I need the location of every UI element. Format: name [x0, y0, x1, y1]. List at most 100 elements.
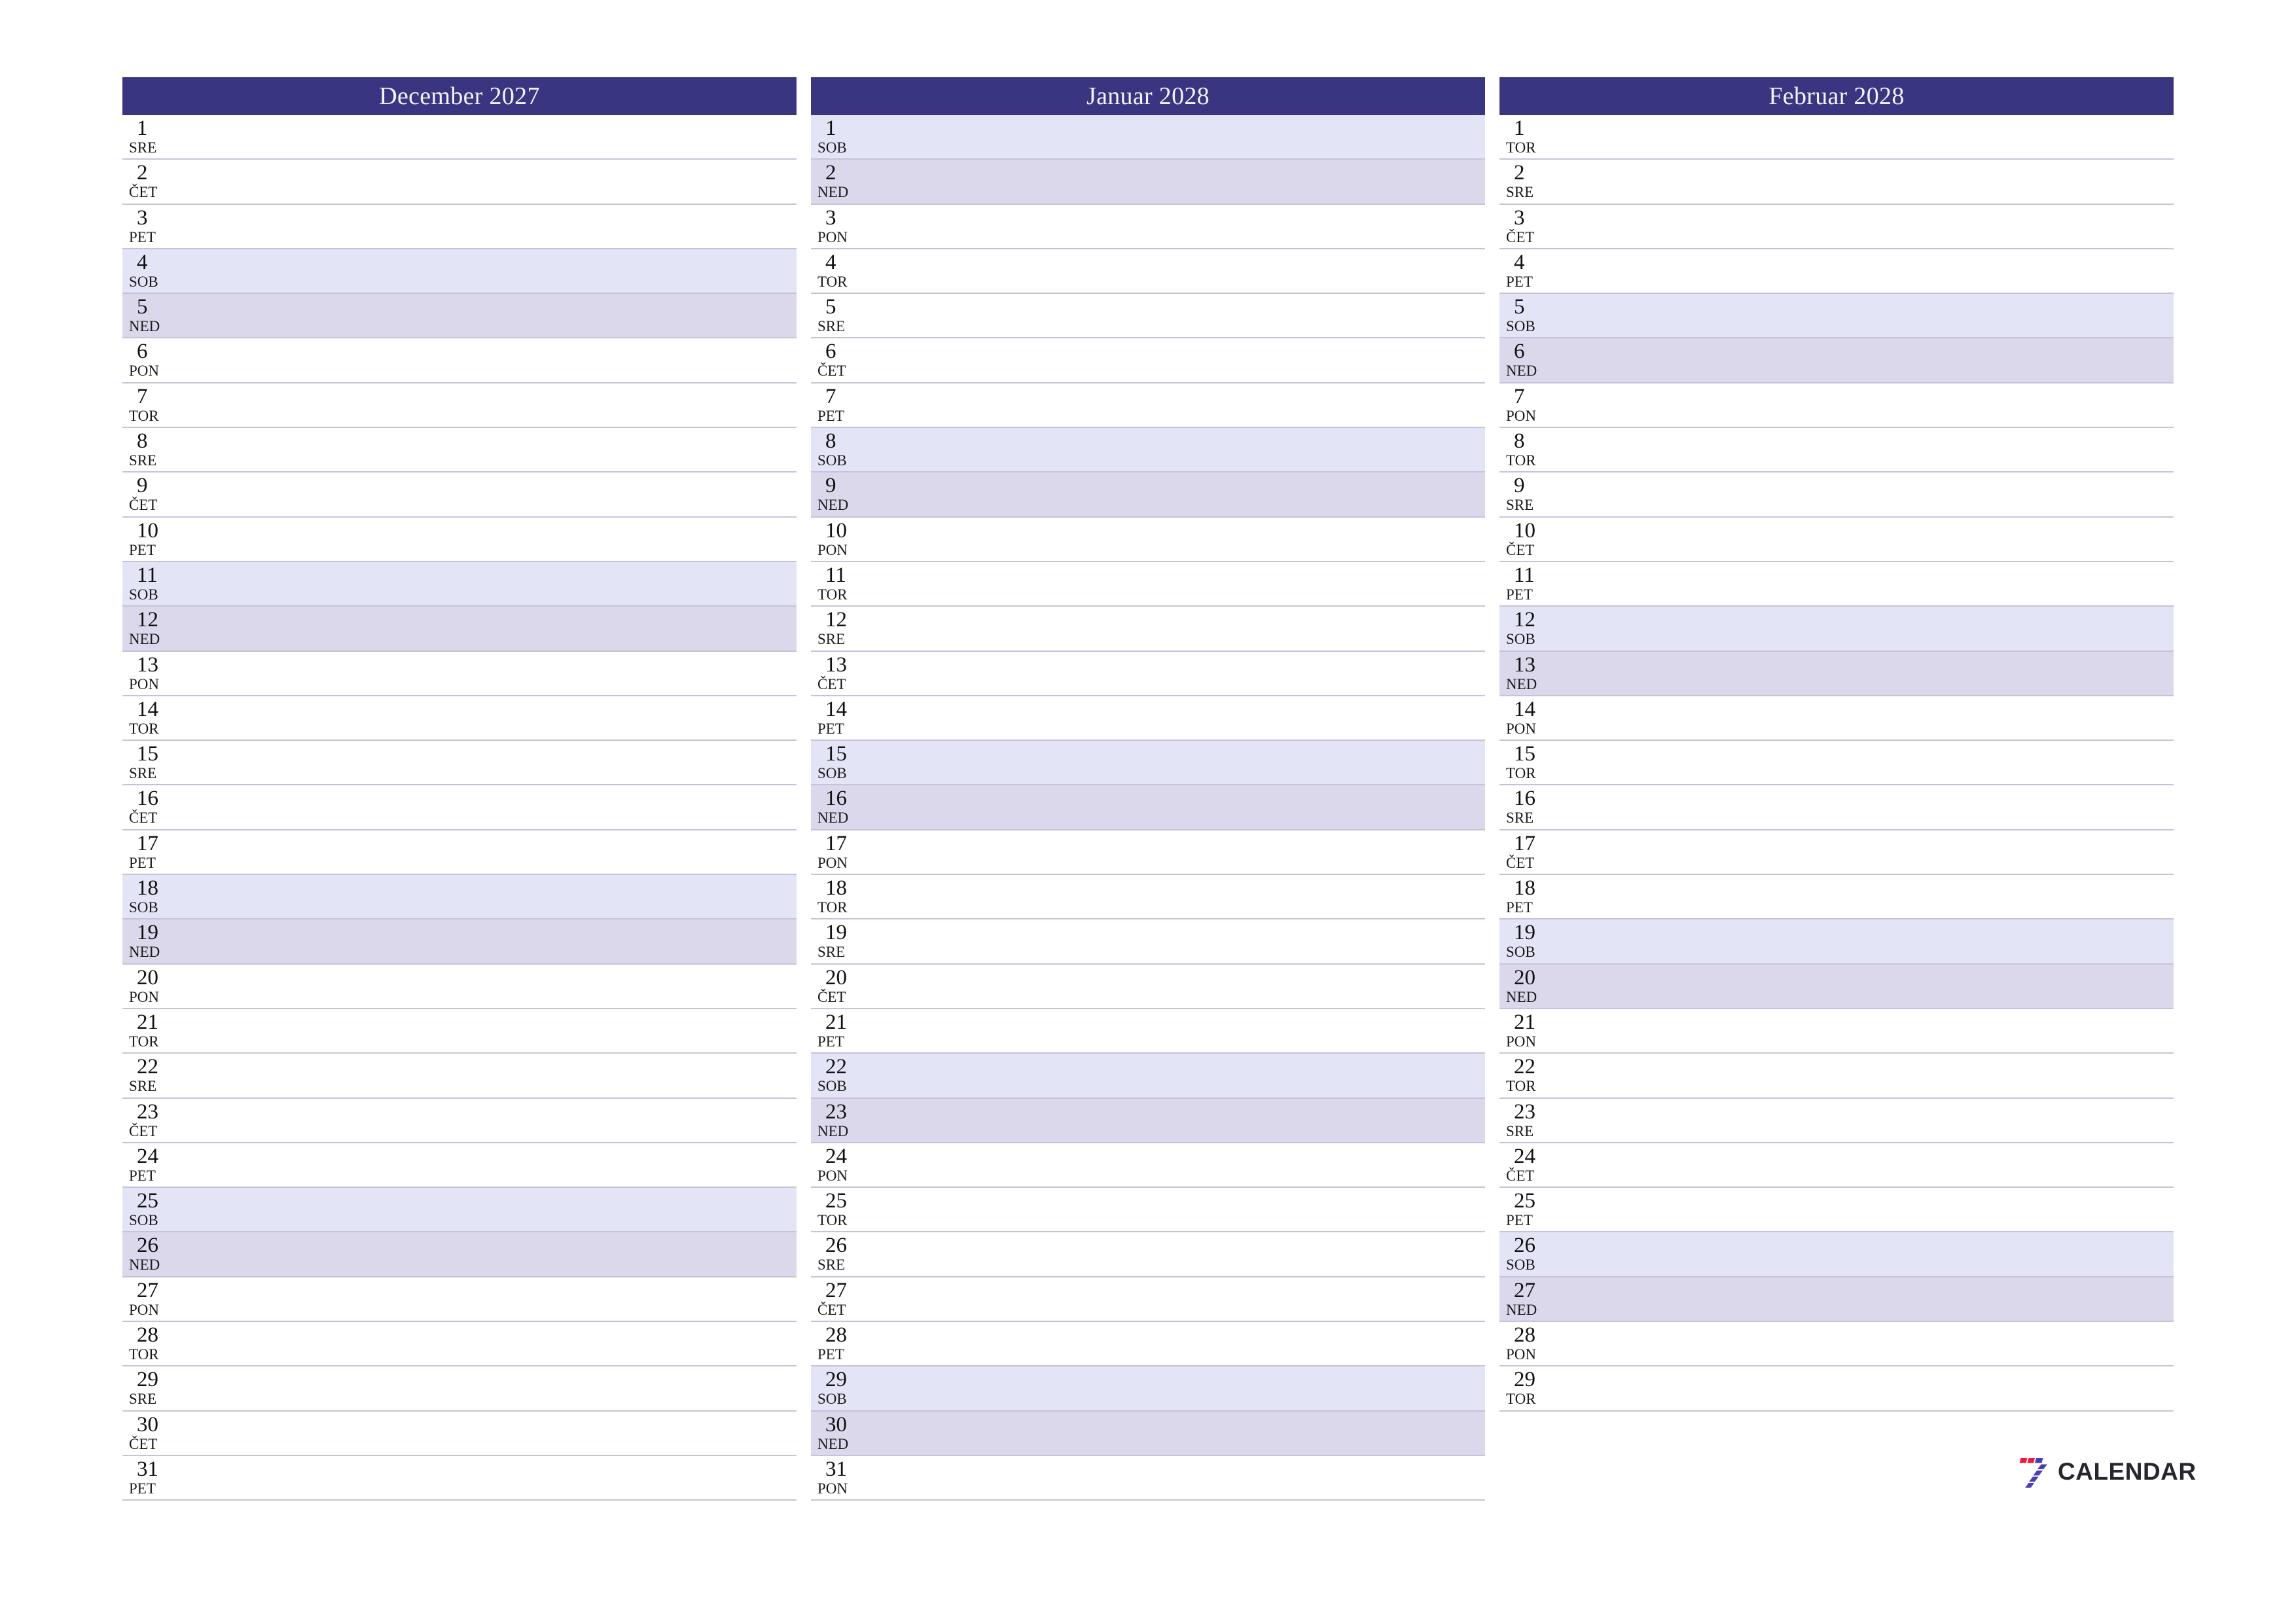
day-row[interactable]: 27 PON	[122, 1277, 797, 1323]
day-row[interactable]: 28 PON	[1499, 1322, 2174, 1367]
day-row[interactable]: 11 SOB	[122, 562, 797, 607]
day-row[interactable]: 12 SOB	[1499, 607, 2174, 652]
day-row[interactable]: 27 NED	[1499, 1277, 2174, 1323]
day-row[interactable]: 1 SRE	[122, 115, 797, 160]
day-row[interactable]: 10 ČET	[1499, 517, 2174, 562]
day-row[interactable]: 18 SOB	[122, 875, 797, 920]
day-row[interactable]: 1 TOR	[1499, 115, 2174, 160]
day-row[interactable]: 12 NED	[122, 607, 797, 652]
day-row[interactable]: 7 PET	[811, 383, 1485, 429]
day-row[interactable]: 10 PON	[811, 517, 1485, 562]
day-row[interactable]: 5 NED	[122, 294, 797, 339]
day-row[interactable]: 20 PON	[122, 964, 797, 1009]
day-weekday-abbrev: SRE	[129, 452, 157, 469]
day-row[interactable]: 22 TOR	[1499, 1054, 2174, 1099]
day-row[interactable]: 17 PON	[811, 830, 1485, 876]
day-row[interactable]: 27 ČET	[811, 1277, 1485, 1323]
day-row[interactable]: 30 ČET	[122, 1411, 797, 1456]
day-row[interactable]: 28 TOR	[122, 1322, 797, 1367]
day-row[interactable]: 6 NED	[1499, 338, 2174, 383]
day-row[interactable]: 29 SOB	[811, 1366, 1485, 1412]
day-row[interactable]: 10 PET	[122, 517, 797, 562]
day-number: 16	[1514, 787, 1535, 811]
day-row[interactable]: 25 PET	[1499, 1188, 2174, 1233]
day-row[interactable]: 16 SRE	[1499, 785, 2174, 830]
day-row[interactable]: 3 PET	[122, 204, 797, 249]
day-row[interactable]: 21 PET	[811, 1008, 1485, 1054]
day-row[interactable]: 19 SRE	[811, 919, 1485, 965]
day-row[interactable]: 15 TOR	[1499, 741, 2174, 786]
day-row[interactable]: 31 PET	[122, 1455, 797, 1501]
day-row[interactable]: 4 SOB	[122, 249, 797, 294]
day-row[interactable]: 6 PON	[122, 338, 797, 383]
day-row[interactable]: 20 NED	[1499, 964, 2174, 1009]
day-row[interactable]: 25 TOR	[811, 1188, 1485, 1233]
day-row[interactable]: 16 NED	[811, 785, 1485, 830]
day-row[interactable]: 14 PON	[1499, 696, 2174, 741]
day-row[interactable]: 9 ČET	[122, 473, 797, 518]
day-row[interactable]: 20 ČET	[811, 964, 1485, 1009]
day-row[interactable]: 11 PET	[1499, 562, 2174, 607]
day-row[interactable]: 3 PON	[811, 204, 1485, 249]
day-row[interactable]: 4 TOR	[811, 249, 1485, 294]
day-row[interactable]: 31 PON	[811, 1455, 1485, 1501]
day-row[interactable]: 8 TOR	[1499, 428, 2174, 473]
day-row[interactable]: 2 ČET	[122, 160, 797, 205]
day-row[interactable]: 6 ČET	[811, 338, 1485, 383]
day-row[interactable]: 15 SOB	[811, 741, 1485, 786]
day-row[interactable]: 2 NED	[811, 160, 1485, 205]
day-row[interactable]: 1 SOB	[811, 115, 1485, 160]
day-number: 31	[825, 1457, 847, 1481]
day-row[interactable]: 8 SRE	[122, 428, 797, 473]
day-row[interactable]: 26 NED	[122, 1232, 797, 1277]
day-row[interactable]: 5 SRE	[811, 294, 1485, 339]
day-row[interactable]: 13 NED	[1499, 651, 2174, 696]
day-row[interactable]: 23 NED	[811, 1098, 1485, 1143]
day-row[interactable]: 17 ČET	[1499, 830, 2174, 876]
day-row[interactable]: 28 PET	[811, 1322, 1485, 1367]
day-row[interactable]: 3 ČET	[1499, 204, 2174, 249]
day-weekday-abbrev: ČET	[129, 1122, 158, 1139]
day-row[interactable]: 14 PET	[811, 696, 1485, 741]
day-row[interactable]: 12 SRE	[811, 607, 1485, 652]
day-row[interactable]: 7 TOR	[122, 383, 797, 429]
day-row[interactable]: 29 TOR	[1499, 1366, 2174, 1412]
day-row[interactable]: 8 SOB	[811, 428, 1485, 473]
day-row[interactable]: 11 TOR	[811, 562, 1485, 607]
day-row[interactable]: 23 SRE	[1499, 1098, 2174, 1143]
day-row[interactable]: 24 PET	[122, 1143, 797, 1188]
day-number: 26	[825, 1234, 847, 1258]
day-row[interactable]: 21 PON	[1499, 1008, 2174, 1054]
day-row[interactable]: 4 PET	[1499, 249, 2174, 294]
day-row[interactable]: 30 NED	[811, 1411, 1485, 1456]
day-row[interactable]: 18 TOR	[811, 875, 1485, 920]
day-row[interactable]: 23 ČET	[122, 1098, 797, 1143]
day-row[interactable]: 13 ČET	[811, 651, 1485, 696]
day-row[interactable]: 19 NED	[122, 919, 797, 965]
day-weekday-abbrev: PET	[129, 541, 156, 558]
day-weekday-abbrev: NED	[1506, 1301, 1537, 1318]
day-row[interactable]: 24 ČET	[1499, 1143, 2174, 1188]
day-row[interactable]: 24 PON	[811, 1143, 1485, 1188]
day-row[interactable]: 13 PON	[122, 651, 797, 696]
day-row[interactable]: 15 SRE	[122, 741, 797, 786]
day-row[interactable]: 26 SOB	[1499, 1232, 2174, 1277]
day-row[interactable]: 25 SOB	[122, 1188, 797, 1233]
day-row[interactable]: 16 ČET	[122, 785, 797, 830]
day-number: 21	[1514, 1010, 1535, 1034]
day-row[interactable]: 17 PET	[122, 830, 797, 876]
day-row[interactable]: 18 PET	[1499, 875, 2174, 920]
day-row[interactable]: 9 SRE	[1499, 473, 2174, 518]
day-row[interactable]: 22 SOB	[811, 1054, 1485, 1099]
day-row[interactable]: 26 SRE	[811, 1232, 1485, 1277]
day-row[interactable]: 14 TOR	[122, 696, 797, 741]
day-row[interactable]: 29 SRE	[122, 1366, 797, 1412]
day-row[interactable]: 22 SRE	[122, 1054, 797, 1099]
day-row[interactable]: 19 SOB	[1499, 919, 2174, 965]
day-row[interactable]: 2 SRE	[1499, 160, 2174, 205]
day-row[interactable]: 5 SOB	[1499, 294, 2174, 339]
day-weekday-abbrev: PET	[129, 1480, 156, 1497]
day-row[interactable]: 9 NED	[811, 473, 1485, 518]
day-row[interactable]: 7 PON	[1499, 383, 2174, 429]
day-row[interactable]: 21 TOR	[122, 1008, 797, 1054]
